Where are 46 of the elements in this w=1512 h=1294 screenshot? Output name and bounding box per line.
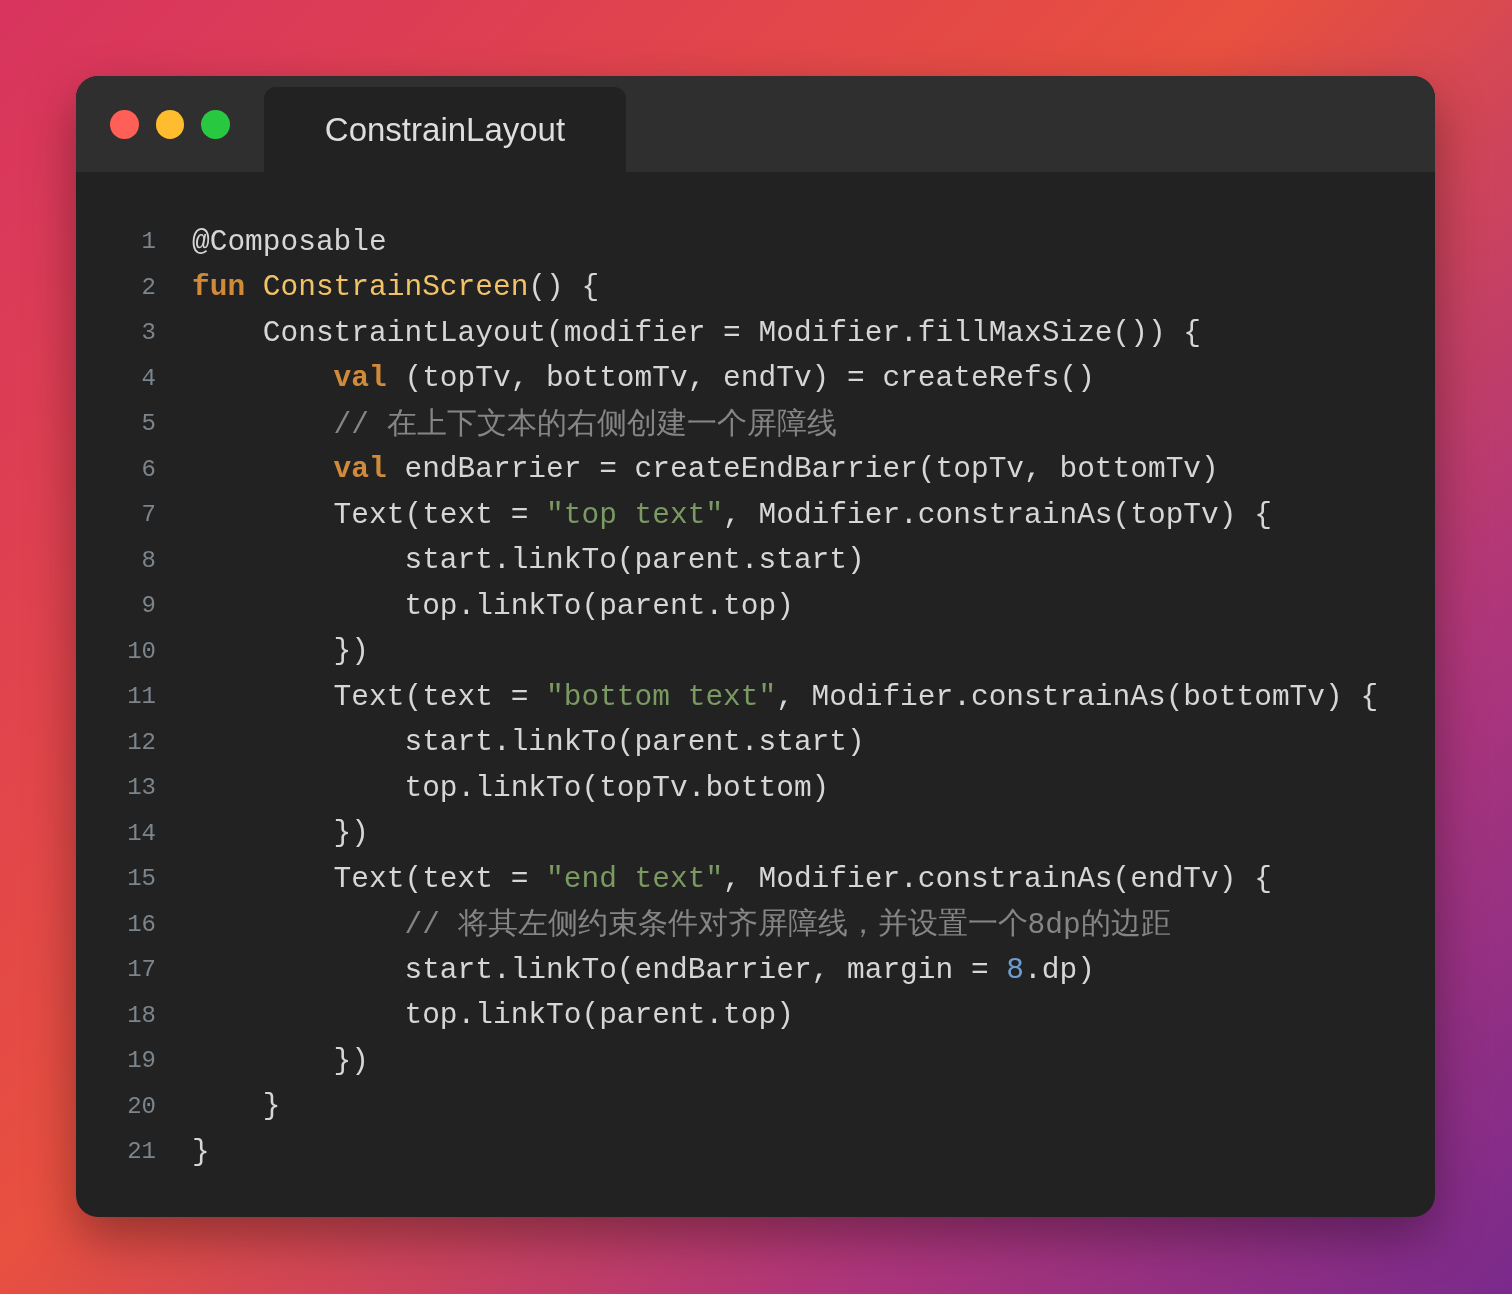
line-number: 16: [126, 910, 156, 938]
code-line: val (topTv, bottomTv, endTv) = createRefs(): [332, 361, 1095, 396]
code-line: ConstraintLayout(modifier = Modifier.fillMaxSize()) {: [261, 315, 1202, 350]
minimize-icon[interactable]: [155, 110, 185, 139]
code-line: top.linkTo(parent.top): [403, 998, 794, 1033]
line-number: 10: [126, 637, 156, 665]
line-number: 5: [140, 410, 156, 438]
code-line: top.linkTo(parent.top): [403, 588, 794, 623]
line-number: 1: [140, 228, 156, 256]
code-line: // 在上下文本的右侧创建一个屏障线: [332, 406, 837, 444]
line-number: 7: [140, 501, 156, 529]
line-number: 17: [126, 956, 156, 984]
line-number: 11: [126, 683, 156, 711]
close-icon[interactable]: [110, 110, 139, 139]
code-line: }: [261, 1089, 281, 1124]
code-line: Text(text = "top text", Modifier.constrainAs(topTv) {: [332, 497, 1272, 532]
code-line: top.linkTo(topTv.bottom): [403, 770, 830, 805]
line-number: 9: [140, 592, 156, 620]
code-line: val endBarrier = createEndBarrier(topTv, bottomTv): [332, 452, 1219, 487]
code-line: start.linkTo(parent.start): [403, 725, 865, 760]
line-number: 6: [140, 455, 156, 483]
line-number: 13: [126, 774, 156, 802]
line-number: 20: [126, 1092, 156, 1120]
code-line: @Composable: [192, 224, 387, 259]
code-line: Text(text = "bottom text", Modifier.constrainAs(bottomTv) {: [332, 679, 1379, 714]
code-line: // 将其左侧约束条件对齐屏障线，并设置一个8dp的边距: [403, 906, 1171, 945]
line-number: 8: [140, 546, 156, 574]
line-number: 12: [126, 728, 156, 756]
line-number: 18: [126, 1001, 156, 1029]
line-number: 4: [140, 364, 156, 392]
line-number: 15: [126, 865, 156, 893]
file-tab[interactable]: ConstrainLayout: [264, 87, 626, 172]
code-line: Text(text = "end text", Modifier.constrainAs(endTv) {: [332, 861, 1272, 896]
code-line: }): [332, 634, 370, 669]
code-line: fun ConstrainScreen() {: [192, 270, 600, 305]
code-line: }): [332, 1043, 370, 1078]
code-line: start.linkTo(parent.start): [403, 543, 865, 578]
code-line: start.linkTo(endBarrier, margin = 8.dp): [403, 952, 1095, 987]
code-line: }): [332, 816, 370, 851]
line-number: 14: [126, 819, 156, 847]
code-line: }: [192, 1134, 210, 1169]
line-number: 21: [126, 1138, 156, 1166]
line-number: 2: [140, 273, 156, 301]
maximize-icon[interactable]: [201, 110, 230, 139]
line-number: 19: [126, 1047, 156, 1075]
line-number: 3: [140, 319, 156, 347]
